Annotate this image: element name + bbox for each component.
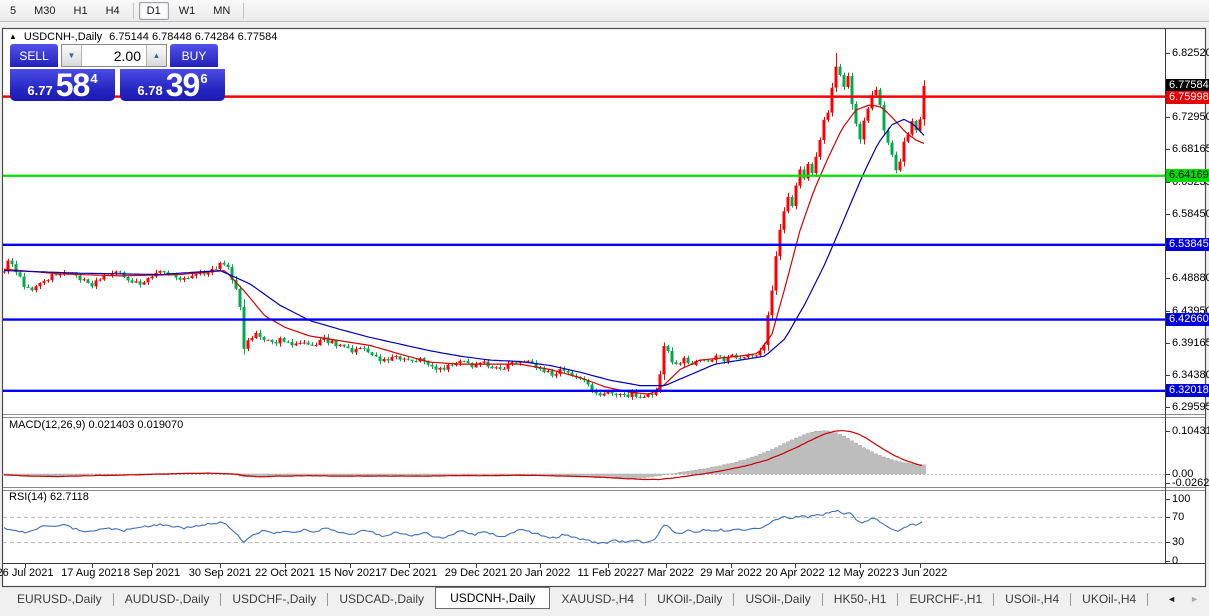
price-badge: 6.53845 <box>1166 238 1209 251</box>
buy-price-panel[interactable]: 6.78 39 6 <box>120 69 225 101</box>
price-badge: 6.75998 <box>1166 91 1209 104</box>
tab-ukoil-h4[interactable]: UKOil-,H4 <box>1071 589 1147 609</box>
price-badge: 6.77584 <box>1166 79 1209 92</box>
date-tick-label: 30 Sep 2021 <box>189 567 251 579</box>
timeframe-mn[interactable]: MN <box>205 2 238 20</box>
date-tick-label: 22 Oct 2021 <box>255 567 315 579</box>
tab-scroll-arrows: ◄► <box>1167 588 1199 610</box>
date-tick-label: 8 Sep 2021 <box>124 567 180 579</box>
buy-price-small: 6.78 <box>137 83 162 98</box>
timeframe-d1[interactable]: D1 <box>139 2 169 20</box>
price-tick-label: 6.72950 <box>1172 111 1209 123</box>
toolbar-separator <box>243 3 244 19</box>
sell-price-big: 58 <box>56 70 90 100</box>
price-badge: 6.64169 <box>1166 169 1209 182</box>
date-tick-label: 7 Dec 2021 <box>381 567 437 579</box>
timeframe-toolbar: 5M30H1H4 D1W1MN <box>0 0 1209 22</box>
timeframe-m30[interactable]: M30 <box>26 2 63 20</box>
macd-indicator-label: MACD(12,26,9) 0.021403 0.019070 <box>9 419 183 431</box>
volume-stepper: ▼ ▲ <box>61 44 167 67</box>
chart-header: ▲ USDCNH-,Daily 6.75144 6.78448 6.74284 … <box>9 31 277 43</box>
price-tick-label: 6.82520 <box>1172 47 1209 59</box>
mt-workspace: 5M30H1H4 D1W1MN ▲ USDCNH-,Daily 6.75144 6… <box>0 0 1209 616</box>
buy-button[interactable]: BUY <box>170 44 218 67</box>
date-tick-label: 3 Jun 2022 <box>893 567 947 579</box>
price-badge: 6.32018 <box>1166 384 1209 397</box>
tab-hk50-h1[interactable]: HK50-,H1 <box>823 589 898 609</box>
timeframe-h1[interactable]: H1 <box>66 2 96 20</box>
tab-usdchf-daily[interactable]: USDCHF-,Daily <box>221 589 327 609</box>
tab-ukoil-daily[interactable]: UKOil-,Daily <box>646 589 733 609</box>
chart-ohlc-values: 6.75144 6.78448 6.74284 6.77584 <box>109 31 277 43</box>
tab-scroll-left-icon[interactable]: ◄ <box>1167 595 1176 604</box>
macd-axis-label: -0.026249 <box>1172 477 1209 489</box>
timeframe-5[interactable]: 5 <box>2 2 24 20</box>
date-tick-label: 12 May 2022 <box>828 567 892 579</box>
date-tick-label: 29 Mar 2022 <box>700 567 762 579</box>
date-tick-label: 11 Feb 2022 <box>578 567 639 579</box>
tab-usoil-h4[interactable]: USOil-,H4 <box>994 589 1070 609</box>
date-tick-label: 7 Mar 2022 <box>638 567 694 579</box>
timeframe-w1[interactable]: W1 <box>171 2 204 20</box>
sell-price-small: 6.77 <box>27 83 52 98</box>
date-tick-label: 15 Nov 2021 <box>319 567 381 579</box>
price-tick-label: 6.39165 <box>1172 337 1209 349</box>
toolbar-separator <box>133 3 134 19</box>
one-click-trade-panel: SELL ▼ ▲ BUY 6.77 58 4 6.78 39 6 <box>10 44 226 101</box>
buy-price-sup: 6 <box>200 71 207 86</box>
date-tick-label: 26 Jul 2021 <box>0 567 53 579</box>
sell-price-sup: 4 <box>90 71 97 86</box>
date-tick-label: 17 Aug 2021 <box>61 567 123 579</box>
collapse-panel-icon[interactable]: ▲ <box>9 33 17 41</box>
price-tick-label: 6.34380 <box>1172 369 1209 381</box>
rsi-axis-label: 30 <box>1172 536 1184 548</box>
date-tick-label: 20 Jan 2022 <box>510 567 571 579</box>
rsi-axis-label: 100 <box>1172 493 1190 505</box>
rsi-indicator-label: RSI(14) 62.7118 <box>9 491 89 503</box>
tab-eurusd-daily[interactable]: EURUSD-,Daily <box>6 589 113 609</box>
date-tick-label: 29 Dec 2021 <box>445 567 507 579</box>
tab-usoil-daily[interactable]: USOil-,Daily <box>734 589 821 609</box>
price-tick-label: 6.58450 <box>1172 208 1209 220</box>
date-tick-label: 20 Apr 2022 <box>765 567 824 579</box>
chart-symbol-title: USDCNH-,Daily <box>24 31 102 43</box>
volume-decrease-icon[interactable]: ▼ <box>62 45 82 66</box>
price-tick-label: 6.48880 <box>1172 272 1209 284</box>
price-tick-label: 6.68165 <box>1172 143 1209 155</box>
price-badge: 6.42660 <box>1166 313 1209 326</box>
timeframe-h4[interactable]: H4 <box>98 2 128 20</box>
tab-scroll-right-icon[interactable]: ► <box>1190 595 1199 604</box>
tab-xauusd-h4[interactable]: XAUUSD-,H4 <box>550 589 645 609</box>
tab-eurchf-h1[interactable]: EURCHF-,H1 <box>898 589 993 609</box>
sell-button[interactable]: SELL <box>10 44 58 67</box>
volume-input[interactable] <box>82 45 146 66</box>
tab-separator <box>1147 593 1148 606</box>
rsi-axis-label: 70 <box>1172 511 1184 523</box>
buy-price-big: 39 <box>166 70 200 100</box>
tab-audusd-daily[interactable]: AUDUSD-,Daily <box>114 589 221 609</box>
tab-usdcnh-daily[interactable]: USDCNH-,Daily <box>435 587 550 609</box>
volume-increase-icon[interactable]: ▲ <box>146 45 166 66</box>
macd-axis-label: 0.104313 <box>1172 425 1209 437</box>
sell-price-panel[interactable]: 6.77 58 4 <box>10 69 115 101</box>
chart-tabbar: EURUSD-,DailyAUDUSD-,DailyUSDCHF-,DailyU… <box>0 588 1209 610</box>
rsi-axis-label: 0 <box>1172 555 1178 567</box>
tab-usdcad-daily[interactable]: USDCAD-,Daily <box>328 589 435 609</box>
price-tick-label: 6.29595 <box>1172 401 1209 413</box>
